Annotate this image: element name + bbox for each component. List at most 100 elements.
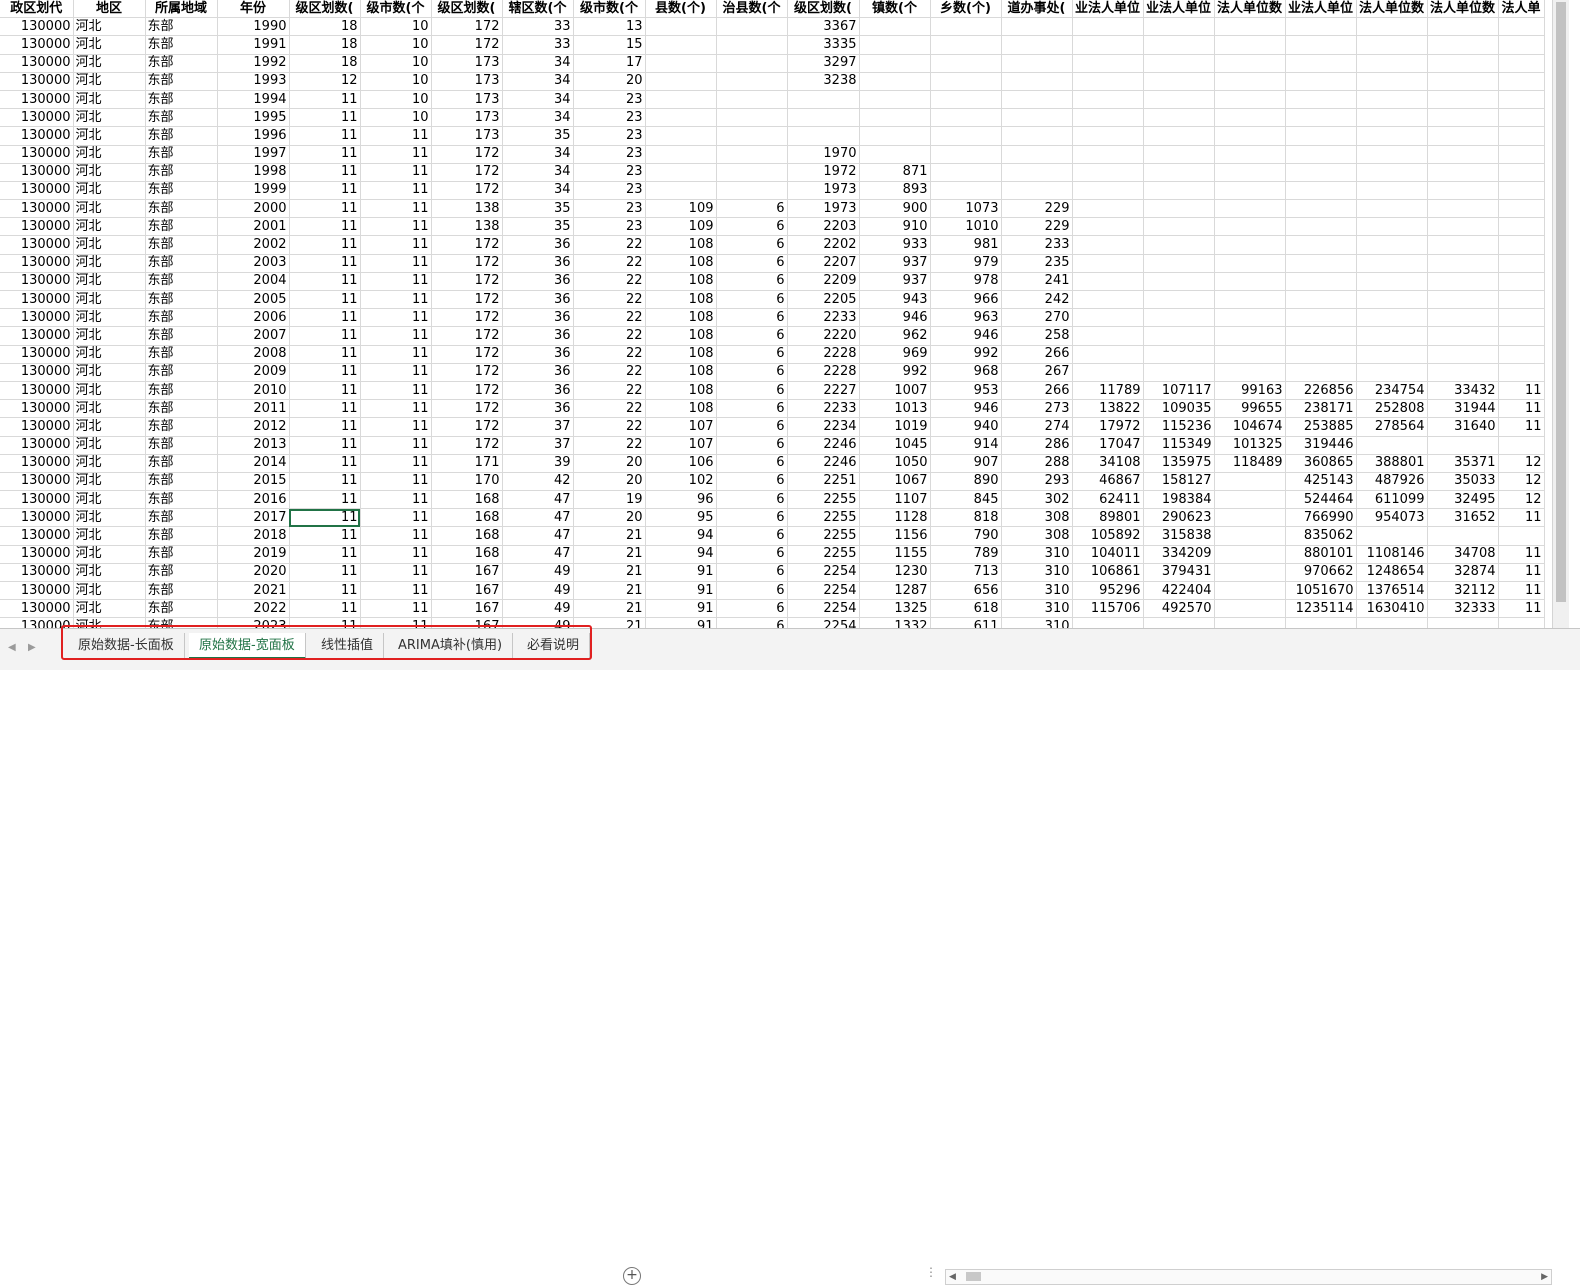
table-cell[interactable]: 3297 xyxy=(787,54,860,73)
table-cell[interactable]: 2203 xyxy=(787,217,860,237)
table-cell[interactable] xyxy=(645,17,717,37)
table-cell[interactable]: 108 xyxy=(645,345,717,364)
table-cell[interactable]: 2255 xyxy=(787,526,860,546)
table-cell[interactable] xyxy=(1427,217,1499,237)
table-cell[interactable] xyxy=(1072,163,1144,182)
table-cell[interactable]: 104011 xyxy=(1072,545,1144,564)
table-cell[interactable]: 2019 xyxy=(217,545,290,564)
table-cell[interactable]: 河北 xyxy=(73,526,146,546)
table-cell[interactable] xyxy=(1285,254,1357,273)
table-cell[interactable]: 130000 xyxy=(0,454,74,473)
table-cell[interactable]: 2012 xyxy=(217,417,290,437)
table-cell[interactable] xyxy=(645,126,717,146)
table-cell[interactable]: 11 xyxy=(289,308,361,328)
table-cell[interactable]: 11 xyxy=(360,290,432,310)
table-cell[interactable]: 130000 xyxy=(0,399,74,419)
table-cell[interactable]: 104674 xyxy=(1214,417,1286,437)
table-cell[interactable]: 12 xyxy=(289,72,361,91)
column-header[interactable]: 乡数(个) xyxy=(930,0,1002,19)
table-cell[interactable]: 22 xyxy=(573,235,646,255)
table-cell[interactable]: 172 xyxy=(431,417,503,437)
table-cell[interactable]: 790 xyxy=(930,526,1002,546)
table-cell[interactable] xyxy=(1214,345,1286,364)
table-cell[interactable]: 713 xyxy=(930,563,1002,583)
column-header[interactable]: 法人单位数 xyxy=(1427,0,1499,19)
table-cell[interactable]: 东部 xyxy=(145,363,218,382)
table-cell[interactable] xyxy=(930,17,1002,37)
table-cell[interactable] xyxy=(859,17,931,37)
table-cell[interactable]: 2255 xyxy=(787,490,860,510)
table-cell[interactable]: 978 xyxy=(930,272,1002,292)
table-cell[interactable]: 172 xyxy=(431,345,503,364)
table-cell[interactable]: 1376514 xyxy=(1356,581,1428,601)
table-cell[interactable]: 22 xyxy=(573,345,646,364)
table-cell[interactable] xyxy=(1356,72,1428,91)
table-cell[interactable] xyxy=(645,163,717,182)
table-cell[interactable] xyxy=(1001,145,1073,164)
table-cell[interactable]: 130000 xyxy=(0,545,74,564)
column-header[interactable]: 级区划数( xyxy=(787,0,860,19)
table-cell[interactable] xyxy=(1143,345,1215,364)
column-header[interactable]: 镇数(个 xyxy=(859,0,931,19)
table-cell[interactable]: 39 xyxy=(502,454,574,473)
table-cell[interactable]: 河北 xyxy=(73,363,146,382)
table-cell[interactable] xyxy=(1356,108,1428,128)
table-cell[interactable] xyxy=(1214,617,1286,628)
table-cell[interactable]: 130000 xyxy=(0,417,74,437)
table-cell[interactable] xyxy=(1356,163,1428,182)
table-cell[interactable]: 62411 xyxy=(1072,490,1144,510)
table-cell[interactable] xyxy=(930,181,1002,201)
table-cell[interactable]: 东部 xyxy=(145,399,218,419)
table-cell[interactable]: 315838 xyxy=(1143,526,1215,546)
table-cell[interactable] xyxy=(1498,272,1545,292)
table-cell[interactable]: 946 xyxy=(930,326,1002,346)
table-cell[interactable] xyxy=(1498,181,1545,201)
column-header[interactable]: 业法人单位 xyxy=(1143,0,1215,19)
table-cell[interactable]: 河北 xyxy=(73,436,146,455)
table-cell[interactable]: 10 xyxy=(360,54,432,73)
table-cell[interactable]: 34 xyxy=(502,54,574,73)
table-cell[interactable]: 22 xyxy=(573,363,646,382)
table-cell[interactable]: 22 xyxy=(573,399,646,419)
table-cell[interactable]: 17047 xyxy=(1072,436,1144,455)
table-cell[interactable]: 11 xyxy=(360,526,432,546)
table-cell[interactable]: 273 xyxy=(1001,399,1073,419)
table-cell[interactable] xyxy=(645,145,717,164)
table-cell[interactable]: 130000 xyxy=(0,199,74,219)
table-cell[interactable] xyxy=(1214,508,1286,528)
table-cell[interactable]: 172 xyxy=(431,235,503,255)
table-cell[interactable]: 1995 xyxy=(217,108,290,128)
table-cell[interactable] xyxy=(1214,526,1286,546)
table-cell[interactable] xyxy=(716,72,788,91)
table-cell[interactable] xyxy=(1427,90,1499,110)
table-cell[interactable]: 11 xyxy=(360,490,432,510)
table-cell[interactable] xyxy=(1285,345,1357,364)
table-cell[interactable]: 933 xyxy=(859,235,931,255)
table-cell[interactable]: 981 xyxy=(930,235,1002,255)
table-cell[interactable]: 138 xyxy=(431,199,503,219)
table-cell[interactable] xyxy=(1498,17,1545,37)
table-cell[interactable] xyxy=(1285,217,1357,237)
table-cell[interactable] xyxy=(1285,126,1357,146)
table-cell[interactable]: 34 xyxy=(502,145,574,164)
table-cell[interactable]: 1073 xyxy=(930,199,1002,219)
horizontal-scroll-thumb[interactable] xyxy=(966,1272,981,1281)
table-cell[interactable]: 河北 xyxy=(73,381,146,401)
table-cell[interactable]: 91 xyxy=(645,563,717,583)
table-cell[interactable]: 11 xyxy=(289,363,361,382)
table-cell[interactable]: 172 xyxy=(431,399,503,419)
table-cell[interactable]: 22 xyxy=(573,272,646,292)
column-header[interactable]: 级区划数( xyxy=(289,0,361,19)
table-cell[interactable]: 11 xyxy=(360,399,432,419)
table-cell[interactable]: 172 xyxy=(431,308,503,328)
table-cell[interactable]: 11 xyxy=(360,272,432,292)
column-header[interactable]: 业法人单位 xyxy=(1285,0,1357,19)
table-cell[interactable]: 11 xyxy=(360,417,432,437)
table-cell[interactable]: 11 xyxy=(360,363,432,382)
table-cell[interactable]: 267 xyxy=(1001,363,1073,382)
table-cell[interactable] xyxy=(1498,526,1545,546)
table-cell[interactable]: 172 xyxy=(431,290,503,310)
table-cell[interactable]: 22 xyxy=(573,308,646,328)
table-cell[interactable] xyxy=(1427,326,1499,346)
table-cell[interactable]: 32874 xyxy=(1427,563,1499,583)
